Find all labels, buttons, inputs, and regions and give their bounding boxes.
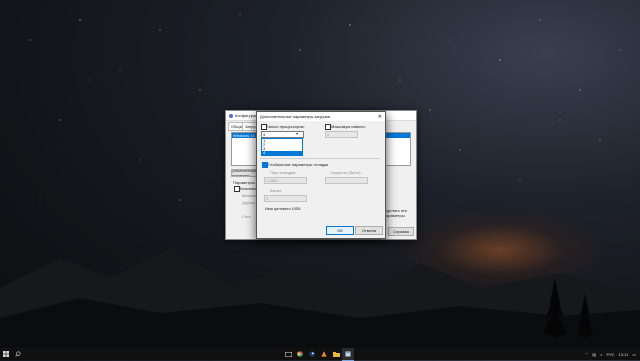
processor-option-selected[interactable]: 4 [262, 151, 302, 155]
chrome-icon[interactable] [294, 348, 306, 360]
ok-button[interactable]: ОК [326, 226, 354, 235]
close-icon[interactable]: ✕ [378, 114, 382, 120]
debug-port-select[interactable]: COM1: [264, 177, 307, 184]
vlc-icon[interactable] [318, 348, 330, 360]
notifications-icon[interactable]: ▭ [632, 352, 636, 357]
chevron-down-icon[interactable]: ▾ [296, 131, 298, 136]
input-language[interactable]: РУС [606, 352, 614, 357]
file-explorer-icon[interactable] [330, 348, 342, 360]
global-debug-label: Глобальные параметры отладки [268, 162, 329, 167]
clock[interactable]: 13:11 [619, 352, 629, 357]
channel-input[interactable]: 0 [264, 195, 307, 202]
network-icon[interactable]: ▤ [592, 352, 596, 357]
max-memory-label: Максимум памяти: [331, 124, 366, 129]
steam-icon[interactable] [306, 348, 318, 360]
cancel-button[interactable]: Отмена [355, 226, 383, 235]
msconfig-app-icon [229, 113, 233, 118]
dialog-title: Дополнительные параметры загрузки [260, 114, 331, 119]
search-icon[interactable] [12, 348, 24, 360]
dialog-titlebar: Дополнительные параметры загрузки ✕ [257, 112, 385, 121]
task-view-icon[interactable] [282, 348, 294, 360]
persist-label: Сделать эти параметры загрузки постоянны… [384, 208, 407, 218]
system-tray: ⌃ ▤ ◖ РУС 13:11 ▭ [585, 348, 636, 360]
max-memory-input[interactable]: 0 [325, 131, 358, 138]
windows-logo-icon[interactable] [0, 348, 12, 360]
chevron-up-icon[interactable]: ⌃ [585, 352, 588, 357]
network-label: Сеть [242, 214, 251, 219]
usb-target-label: Имя целевого USB: [265, 206, 302, 211]
num-processors-label: Число процессоров: [267, 124, 305, 129]
os-list-item-right [382, 133, 410, 138]
channel-label: Канал: [270, 188, 283, 193]
divider [260, 158, 380, 159]
processors-dropdown-list[interactable]: 1 2 3 4 [261, 138, 303, 156]
volume-icon[interactable]: ◖ [600, 352, 602, 357]
help-button[interactable]: Справка [388, 227, 414, 236]
baud-rate-select[interactable] [325, 177, 368, 184]
baud-rate-label: Скорость (бит/с): [330, 170, 362, 175]
taskbar: ⌃ ▤ ◖ РУС 13:11 ▭ [0, 347, 640, 361]
msconfig-icon[interactable] [342, 347, 354, 361]
debug-port-label: Порт отладки: [270, 170, 297, 175]
